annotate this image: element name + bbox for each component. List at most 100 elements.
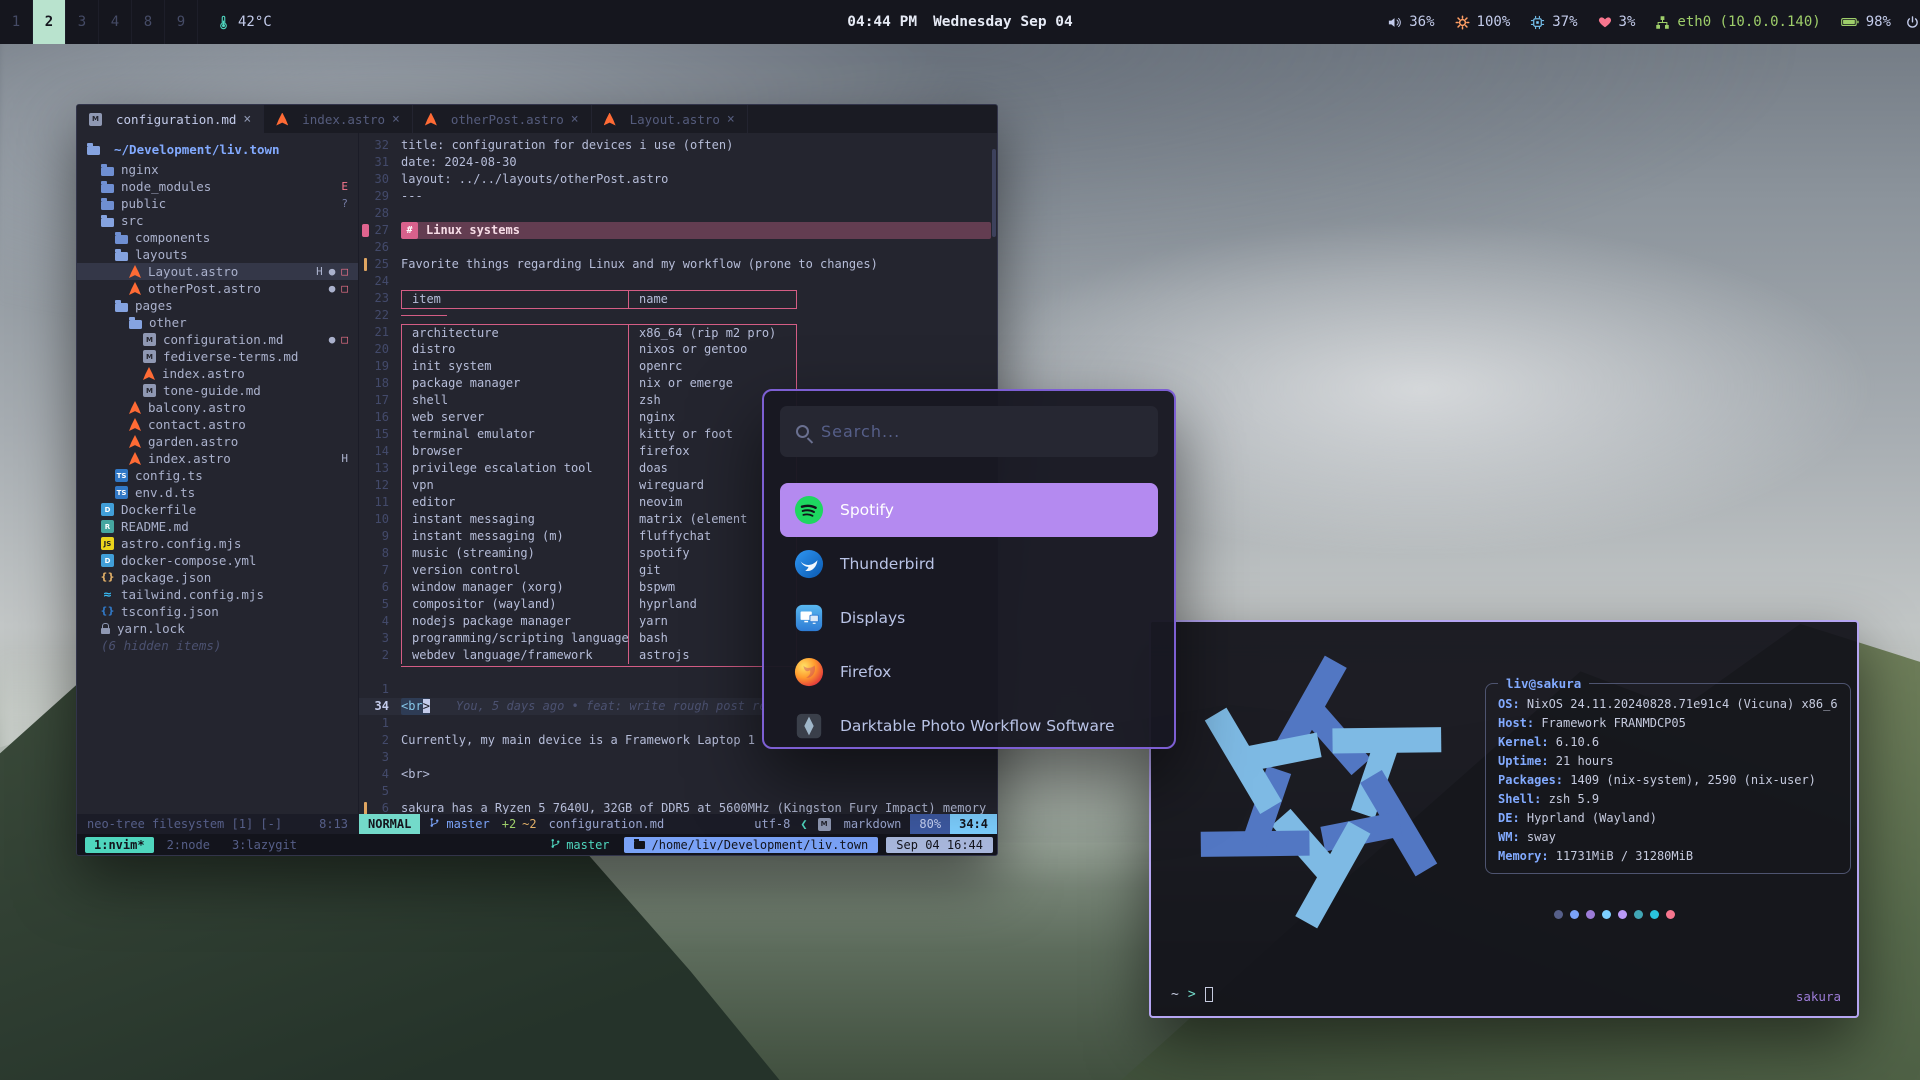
network-icon xyxy=(1655,15,1670,30)
tree-item-components[interactable]: components xyxy=(77,229,358,246)
buffer-line: 24 xyxy=(359,273,997,290)
tree-item-balcony-astro[interactable]: balcony.astro xyxy=(77,399,358,416)
tree-item-tone-guide-md[interactable]: Mtone-guide.md xyxy=(77,382,358,399)
tab-layout-astro[interactable]: Layout.astro× xyxy=(592,105,748,133)
launcher-item-label: Darktable Photo Workflow Software xyxy=(840,717,1115,735)
tree-item-index-astro[interactable]: index.astro xyxy=(77,365,358,382)
clock[interactable]: 04:44 PM Wednesday Sep 04 xyxy=(847,14,1073,30)
tree-item-readme-md[interactable]: RREADME.md xyxy=(77,518,358,535)
battery-icon xyxy=(1841,16,1859,28)
tree-item-src[interactable]: src xyxy=(77,212,358,229)
line-number: 1 xyxy=(371,681,401,698)
file-tree[interactable]: nginxnode_modulesEpublic?srccomponentsla… xyxy=(77,158,358,814)
prompt-path: ~ xyxy=(1171,987,1179,1002)
tree-item-docker-compose-yml[interactable]: Ddocker-compose.yml xyxy=(77,552,358,569)
sign-column xyxy=(359,630,371,647)
folder-open-icon xyxy=(87,146,100,155)
tree-item-contact-astro[interactable]: contact.astro xyxy=(77,416,358,433)
sign-column xyxy=(359,647,371,664)
close-icon[interactable]: × xyxy=(571,112,579,127)
tree-item-layout-astro[interactable]: Layout.astroH●□ xyxy=(77,263,358,280)
table-cell: compositor (wayland) xyxy=(402,596,628,613)
tree-item-dockerfile[interactable]: DDockerfile xyxy=(77,501,358,518)
tree-item-config-ts[interactable]: TSconfig.ts xyxy=(77,467,358,484)
tree-item-tsconfig-json[interactable]: {}tsconfig.json xyxy=(77,603,358,620)
workspace-button-9[interactable]: 9 xyxy=(165,0,198,44)
cpu-module[interactable]: 37% xyxy=(1530,14,1577,30)
close-icon[interactable]: × xyxy=(727,112,735,127)
close-icon[interactable]: × xyxy=(392,112,400,127)
shell-prompt[interactable]: ~ > xyxy=(1171,987,1213,1002)
table-border-stub xyxy=(401,307,447,316)
scrollbar-thumb[interactable] xyxy=(992,149,996,237)
branch-icon xyxy=(550,838,561,852)
memory-module[interactable]: 3% xyxy=(1598,14,1636,30)
workspace-button-1[interactable]: 1 xyxy=(0,0,33,44)
tree-item-configuration-md[interactable]: Mconfiguration.md●□ xyxy=(77,331,358,348)
battery-module[interactable]: 98% xyxy=(1841,14,1891,30)
workspace-button-8[interactable]: 8 xyxy=(132,0,165,44)
volume-module[interactable]: 36% xyxy=(1387,14,1434,30)
launcher-item-firefox[interactable]: Firefox xyxy=(780,645,1158,699)
launcher-item-thunderbird[interactable]: Thunderbird xyxy=(780,537,1158,591)
git-status-marks: ●□ xyxy=(329,333,358,346)
tree-item-other[interactable]: other xyxy=(77,314,358,331)
temperature-module: 42°C xyxy=(216,14,272,30)
workspace-button-3[interactable]: 3 xyxy=(66,0,99,44)
launcher-item-displays[interactable]: Displays xyxy=(780,591,1158,645)
line-number: 28 xyxy=(371,205,401,222)
tree-root[interactable]: ~/Development/liv.town xyxy=(77,140,358,158)
tree-item-otherpost-astro[interactable]: otherPost.astro●□ xyxy=(77,280,358,297)
tree-item-index-astro[interactable]: index.astroH xyxy=(77,450,358,467)
table-row: package managernix or emerge xyxy=(401,375,797,392)
git-change-sign xyxy=(364,258,367,271)
line-text: Favorite things regarding Linux and my w… xyxy=(401,256,997,273)
table-cell: vpn xyxy=(402,477,628,494)
workspace-button-2[interactable]: 2 xyxy=(33,0,66,44)
tree-item-node-modules[interactable]: node_modulesE xyxy=(77,178,358,195)
power-button[interactable] xyxy=(1905,15,1920,30)
table-row: terminal emulatorkitty or foot xyxy=(401,426,797,443)
tree-item-yarn-lock[interactable]: yarn.lock xyxy=(77,620,358,637)
file-encoding: utf-8 xyxy=(745,814,799,834)
launcher-item-darktable-photo-workflow-software[interactable]: Darktable Photo Workflow Software xyxy=(780,699,1158,749)
tree-item-garden-astro[interactable]: garden.astro xyxy=(77,433,358,450)
fastfetch-terminal[interactable]: liv@sakura OS: NixOS 24.11.20240828.71e9… xyxy=(1149,620,1859,1018)
tree-item-layouts[interactable]: layouts xyxy=(77,246,358,263)
table-cell: programming/scripting language xyxy=(402,630,628,647)
tmux-window-1-nvim[interactable]: 1:nvim* xyxy=(85,837,154,853)
tree-item-nginx[interactable]: nginx xyxy=(77,161,358,178)
brightness-module[interactable]: 100% xyxy=(1455,14,1511,30)
tmux-window-2-node[interactable]: 2:node xyxy=(158,837,219,853)
table-cell: name xyxy=(628,291,796,308)
tree-item-tailwind-config-mjs[interactable]: ≈tailwind.config.mjs xyxy=(77,586,358,603)
tree-item-env-d-ts[interactable]: TSenv.d.ts xyxy=(77,484,358,501)
table-row: browserfirefox xyxy=(401,443,797,460)
heart-icon xyxy=(1598,15,1612,29)
launcher-item-label: Thunderbird xyxy=(840,555,935,573)
neotree-statusline: neo-tree filesystem [1] [-] 8:13 xyxy=(77,814,358,834)
tree-item-fediverse-terms-md[interactable]: Mfediverse-terms.md xyxy=(77,348,358,365)
tree-item-pages[interactable]: pages xyxy=(77,297,358,314)
tab-otherpost-astro[interactable]: otherPost.astro× xyxy=(413,105,592,133)
workspace-button-4[interactable]: 4 xyxy=(99,0,132,44)
close-icon[interactable]: × xyxy=(243,112,251,127)
workspaces: 123489 xyxy=(0,0,198,44)
table-row: webdev language/frameworkastrojs xyxy=(401,647,797,664)
tab-index-astro[interactable]: index.astro× xyxy=(264,105,413,133)
tab-configuration-md[interactable]: Mconfiguration.md× xyxy=(77,105,264,133)
info-value: Hyprland (Wayland) xyxy=(1527,811,1657,825)
tree-item-public[interactable]: public? xyxy=(77,195,358,212)
sign-column xyxy=(359,596,371,613)
launcher-item-spotify[interactable]: Spotify xyxy=(780,483,1158,537)
tree-item-package-json[interactable]: {}package.json xyxy=(77,569,358,586)
table-cell: music (streaming) xyxy=(402,545,628,562)
launcher-searchbox[interactable] xyxy=(780,406,1158,457)
tree-item-astro-config-mjs[interactable]: JSastro.config.mjs xyxy=(77,535,358,552)
info-line: Host: Framework FRANMDCP05 xyxy=(1498,714,1838,733)
search-input[interactable] xyxy=(821,422,1142,441)
tmux-window-3-lazygit[interactable]: 3:lazygit xyxy=(223,837,306,853)
tree-item-6-hidden-items[interactable]: (6 hidden items) xyxy=(77,637,358,654)
tree-item-label: nginx xyxy=(121,162,159,177)
network-module[interactable]: eth0 (10.0.0.140) xyxy=(1655,14,1820,30)
